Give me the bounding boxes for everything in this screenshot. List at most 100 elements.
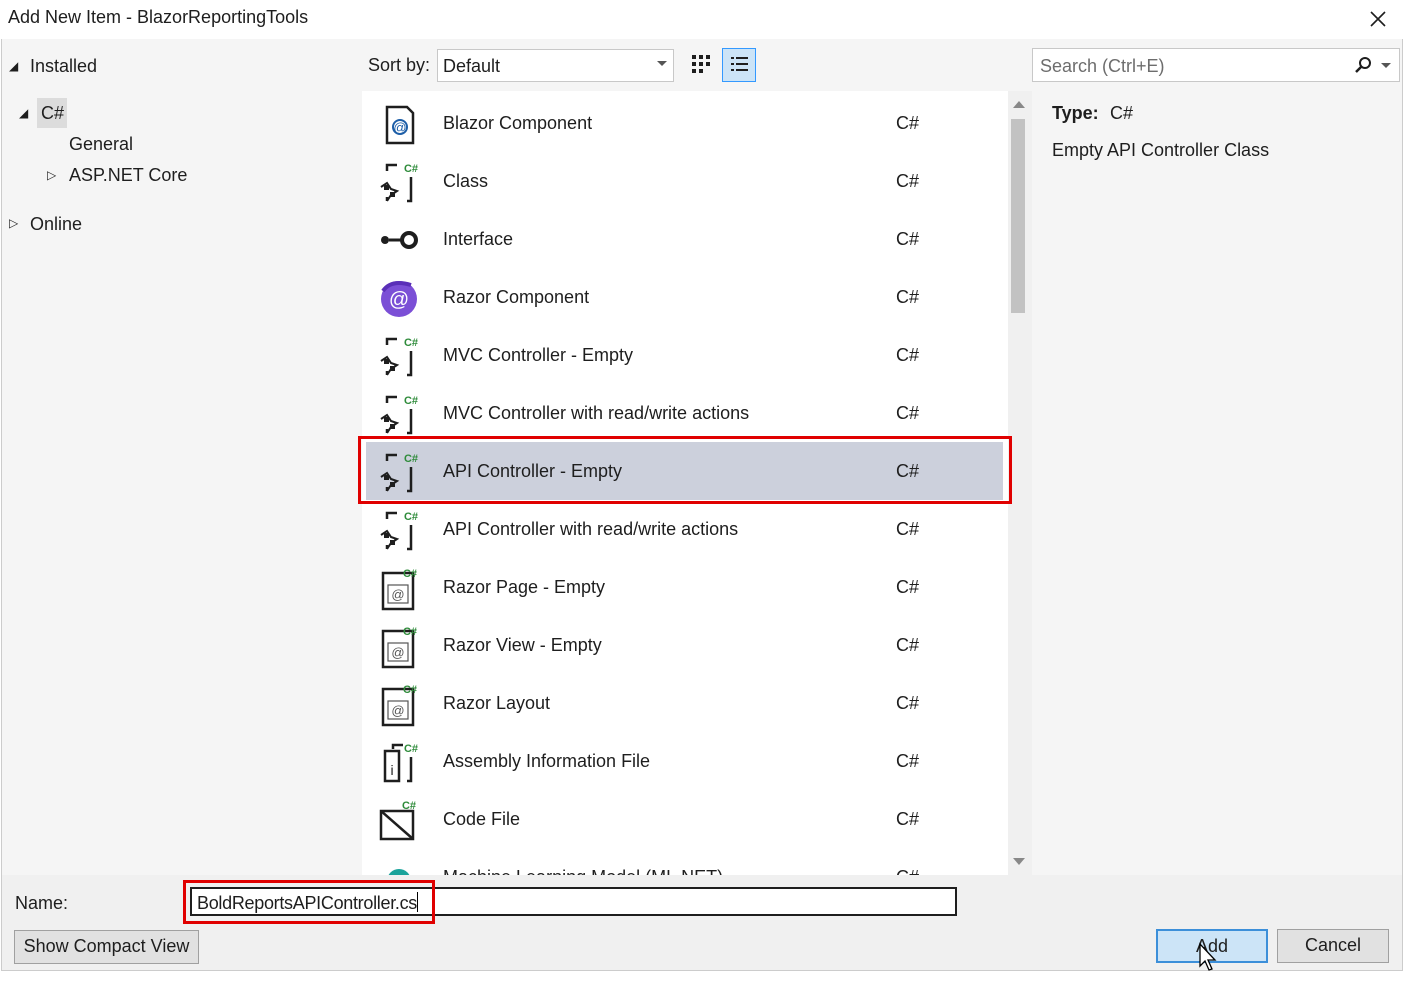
razor-page-icon: @ C#	[377, 567, 421, 611]
template-language: C#	[896, 403, 920, 423]
template-language: C#	[896, 635, 920, 655]
template-name: Machine Learning Model (ML.NET)	[443, 867, 723, 875]
template-name: MVC Controller - Empty	[443, 345, 634, 365]
search-icon[interactable]	[1353, 56, 1373, 76]
template-language: C#	[896, 113, 920, 133]
list-view-icon	[731, 57, 748, 71]
template-item[interactable]: @ C# Razor Page - Empty C#	[362, 558, 1008, 616]
template-language: C#	[896, 577, 920, 597]
template-name: Blazor Component	[443, 113, 593, 133]
svg-text:@: @	[389, 289, 409, 311]
chevron-down-icon[interactable]	[1381, 63, 1391, 68]
search-placeholder: Search (Ctrl+E)	[1040, 56, 1165, 76]
svg-text:C#: C#	[403, 684, 417, 696]
svg-text:@: @	[391, 645, 404, 660]
name-highlight-box	[183, 880, 435, 924]
template-name: Interface	[443, 229, 514, 249]
tree-general[interactable]: General	[69, 134, 133, 155]
template-language: C#	[896, 809, 920, 829]
svg-text:C#: C#	[403, 568, 417, 580]
grid-view-icon	[692, 55, 710, 73]
assembly-info-icon: i C#	[377, 741, 421, 783]
scrollbar-thumb[interactable]	[1011, 119, 1025, 313]
list-view-button[interactable]	[722, 48, 756, 82]
tree-installed[interactable]: Installed	[30, 56, 97, 77]
type-value: C#	[1110, 103, 1134, 123]
tree-aspnet-core[interactable]: ASP.NET Core	[69, 165, 187, 186]
template-language: C#	[896, 345, 920, 365]
type-label: Type:	[1052, 103, 1099, 123]
search-input[interactable]: Search (Ctrl+E)	[1032, 48, 1400, 82]
name-label: Name:	[15, 893, 69, 913]
blazor-component-icon: @	[377, 103, 421, 145]
controller-icon: C#	[377, 335, 421, 377]
template-name: Razor Component	[443, 287, 590, 307]
interface-icon	[377, 219, 421, 261]
template-item[interactable]: C# API Controller with read/write actions…	[362, 500, 1008, 558]
svg-text:C#: C#	[403, 626, 417, 638]
template-language: C#	[896, 867, 919, 875]
scroll-down-icon[interactable]	[1013, 858, 1025, 865]
template-name: API Controller with read/write actions	[443, 519, 739, 539]
template-item[interactable]: C# MVC Controller with read/write actions…	[362, 384, 1008, 442]
chevron-down-icon	[657, 61, 667, 66]
mouse-cursor-icon	[1199, 942, 1217, 971]
template-name: Code File	[443, 809, 521, 829]
template-name: Razor Page - Empty	[443, 577, 606, 597]
template-language: C#	[896, 693, 920, 713]
class-icon: C#	[377, 161, 421, 203]
template-item[interactable]: Interface C#	[362, 210, 1008, 268]
ml-model-icon	[377, 857, 421, 875]
template-description: Empty API Controller Class	[1052, 140, 1270, 160]
code-file-icon: C#	[377, 799, 421, 841]
template-item[interactable]: C# Class C#	[362, 152, 1008, 210]
template-item[interactable]: @ C# Razor View - Empty C#	[362, 616, 1008, 674]
selection-highlight-box	[358, 436, 1012, 504]
template-name: Razor Layout	[443, 693, 551, 713]
template-item[interactable]: @ Blazor Component C#	[362, 94, 1008, 152]
template-item[interactable]: C# Code File C#	[362, 790, 1008, 848]
template-item[interactable]: @ C# Razor Layout C#	[362, 674, 1008, 732]
razor-page-icon: @ C#	[377, 625, 421, 669]
template-language: C#	[896, 287, 920, 307]
template-name: Class	[443, 171, 489, 191]
controller-icon: C#	[377, 509, 421, 551]
razor-component-icon: @	[377, 277, 421, 319]
small-icons-view-button[interactable]	[688, 51, 716, 79]
tree-csharp[interactable]: C#	[41, 103, 64, 124]
controller-icon: C#	[377, 393, 421, 435]
scroll-up-icon[interactable]	[1013, 101, 1025, 108]
template-name: MVC Controller with read/write actions	[443, 403, 750, 423]
svg-text:C#: C#	[404, 337, 418, 349]
expanded-icon[interactable]: ◢	[9, 59, 18, 73]
svg-text:C#: C#	[404, 163, 418, 175]
svg-text:C#: C#	[404, 395, 418, 407]
show-compact-view-button[interactable]: Show Compact View	[14, 930, 199, 964]
template-item[interactable]: Machine Learning Model (ML.NET) C#	[362, 848, 1008, 875]
tree-online[interactable]: Online	[30, 214, 82, 235]
template-language: C#	[896, 519, 920, 539]
svg-text:C#: C#	[404, 511, 418, 523]
expanded-icon[interactable]: ◢	[19, 106, 28, 120]
sort-dropdown[interactable]: Default	[437, 49, 674, 82]
template-item[interactable]: C# MVC Controller - Empty C#	[362, 326, 1008, 384]
window-title: Add New Item - BlazorReportingTools	[8, 7, 309, 27]
svg-text:@: @	[391, 703, 404, 718]
collapsed-icon[interactable]: ▷	[9, 216, 18, 230]
template-language: C#	[896, 751, 920, 771]
template-name: Razor View - Empty	[443, 635, 602, 655]
svg-text:C#: C#	[402, 800, 416, 812]
template-language: C#	[896, 171, 920, 191]
template-item[interactable]: i C# Assembly Information File C#	[362, 732, 1008, 790]
svg-text:i: i	[390, 762, 393, 778]
svg-text:C#: C#	[404, 743, 418, 755]
svg-text:@: @	[391, 587, 404, 602]
template-language: C#	[896, 229, 920, 249]
collapsed-icon[interactable]: ▷	[47, 168, 56, 182]
cancel-button[interactable]: Cancel	[1277, 929, 1389, 963]
template-item[interactable]: @ Razor Component C#	[362, 268, 1008, 326]
close-button[interactable]	[1361, 2, 1395, 36]
close-icon	[1370, 11, 1386, 27]
template-name: Assembly Information File	[443, 751, 651, 771]
sort-label: Sort by:	[368, 55, 431, 75]
